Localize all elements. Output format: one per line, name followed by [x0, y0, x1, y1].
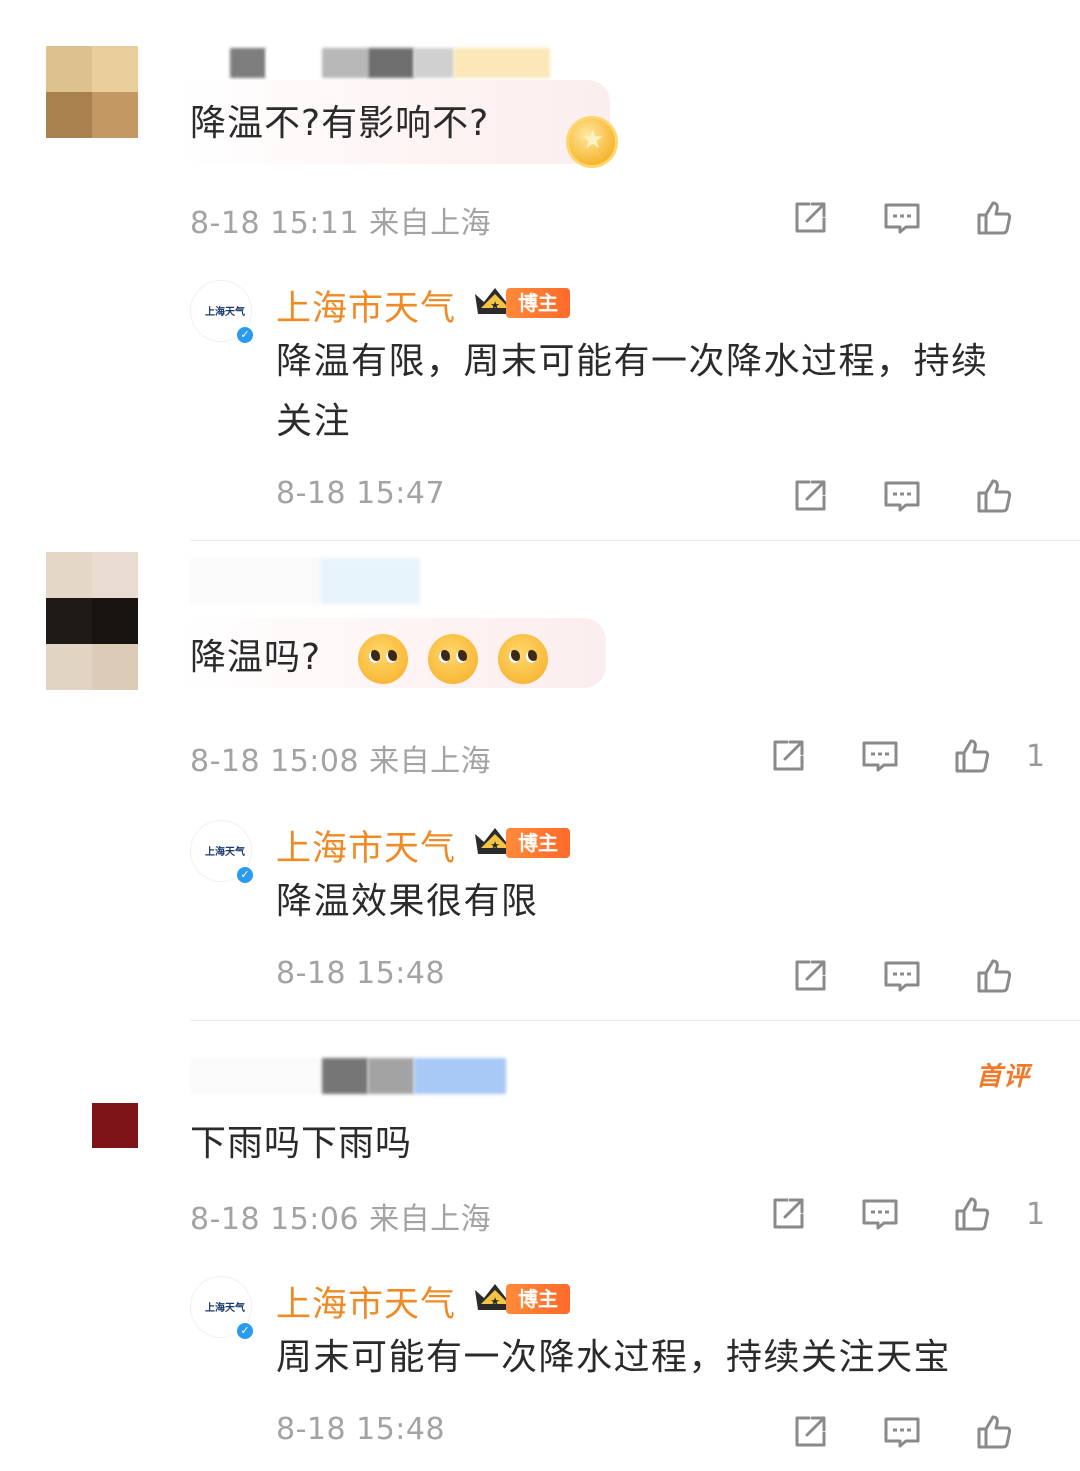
avatar[interactable]: [92, 1058, 138, 1148]
verified-icon: ✓: [235, 325, 255, 345]
pleading-face-emoji: [357, 634, 408, 684]
reply-text-line: 关注: [276, 401, 352, 442]
pleading-face-emoji: [428, 634, 479, 684]
pleading-face-emoji: [498, 634, 549, 684]
reply-actions: [764, 1410, 1040, 1454]
comment-text: 降温吗?: [190, 628, 549, 684]
like-count: 1: [1026, 738, 1046, 774]
comment-text: 降温不?有影响不?: [190, 103, 490, 144]
comment-icon[interactable]: [834, 734, 926, 778]
like-icon[interactable]: [948, 954, 1040, 998]
like-icon[interactable]: [948, 474, 1040, 518]
like-icon[interactable]: [926, 1192, 1018, 1236]
reply-actions: [764, 474, 1040, 518]
reply-meta: 8-18 15:48: [276, 1412, 446, 1447]
like-icon[interactable]: [948, 1410, 1040, 1454]
username-blurred[interactable]: [190, 1058, 506, 1094]
comment-meta: 8-18 15:08 来自上海: [190, 744, 492, 779]
comment-item: 降温不?有影响不? 8-18 15:11 来自上海 上海天气 ✓ 上海市天气 博…: [0, 0, 1080, 540]
comment-item: 首评 下雨吗下雨吗 8-18 15:06 来自上海 1 上海天气 ✓ 上海市天气…: [0, 1020, 1080, 1471]
share-icon[interactable]: [764, 1410, 856, 1454]
reply-text-line: 周末可能有一次降水过程，持续关注天宝: [276, 1337, 952, 1378]
comment-text-content: 降温吗?: [190, 637, 322, 678]
comment-actions: 1: [742, 734, 1046, 778]
reply-actions: [764, 954, 1040, 998]
author-tag: 博主: [506, 288, 570, 318]
comment-text: 下雨吗下雨吗: [190, 1123, 413, 1164]
reply-avatar[interactable]: 上海天气 ✓: [190, 1276, 255, 1341]
share-icon[interactable]: [742, 1192, 834, 1236]
reply-text-line: 降温有限，周末可能有一次降水过程，持续: [276, 341, 989, 382]
like-icon[interactable]: [926, 734, 1018, 778]
comment-meta: 8-18 15:06 来自上海: [190, 1202, 492, 1237]
author-tag: 博主: [506, 1284, 570, 1314]
comment-icon[interactable]: [856, 1410, 948, 1454]
verified-icon: ✓: [235, 865, 255, 885]
reply-author-name[interactable]: 上海市天气: [276, 820, 456, 871]
comment-actions: 1: [742, 1192, 1046, 1236]
avatar[interactable]: [46, 46, 138, 138]
comment-actions: [764, 196, 1040, 240]
reply-text-line: 降温效果很有限: [276, 881, 539, 922]
like-count: 1: [1026, 1196, 1046, 1232]
comment-icon[interactable]: [856, 954, 948, 998]
username-blurred[interactable]: [190, 558, 420, 604]
reply-author-name[interactable]: 上海市天气: [276, 280, 456, 331]
verified-icon: ✓: [235, 1321, 255, 1341]
share-icon[interactable]: [764, 954, 856, 998]
username-blurred[interactable]: [190, 48, 550, 78]
comment-icon[interactable]: [856, 474, 948, 518]
author-tag: 博主: [506, 828, 570, 858]
comment-item: 降温吗? 8-18 15:08 来自上海 1 上海天气 ✓ 上海市天气 博主 降…: [0, 540, 1080, 1020]
share-icon[interactable]: [764, 196, 856, 240]
reply-avatar[interactable]: 上海天气 ✓: [190, 820, 255, 885]
comment-icon[interactable]: [834, 1192, 926, 1236]
avatar-logo-text: 上海天气: [205, 1303, 245, 1314]
like-icon[interactable]: [948, 196, 1040, 240]
medal-icon: [566, 116, 618, 168]
comment-icon[interactable]: [856, 196, 948, 240]
avatar-logo-text: 上海天气: [205, 847, 245, 858]
share-icon[interactable]: [764, 474, 856, 518]
avatar-logo-text: 上海天气: [205, 307, 245, 318]
reply-avatar[interactable]: 上海天气 ✓: [190, 280, 255, 345]
reply-author-name[interactable]: 上海市天气: [276, 1276, 456, 1327]
comment-meta: 8-18 15:11 来自上海: [190, 206, 492, 241]
reply-meta: 8-18 15:48: [276, 956, 446, 991]
first-comment-badge: 首评: [975, 1062, 1030, 1092]
share-icon[interactable]: [742, 734, 834, 778]
reply-meta: 8-18 15:47: [276, 476, 446, 511]
avatar[interactable]: [46, 552, 138, 690]
